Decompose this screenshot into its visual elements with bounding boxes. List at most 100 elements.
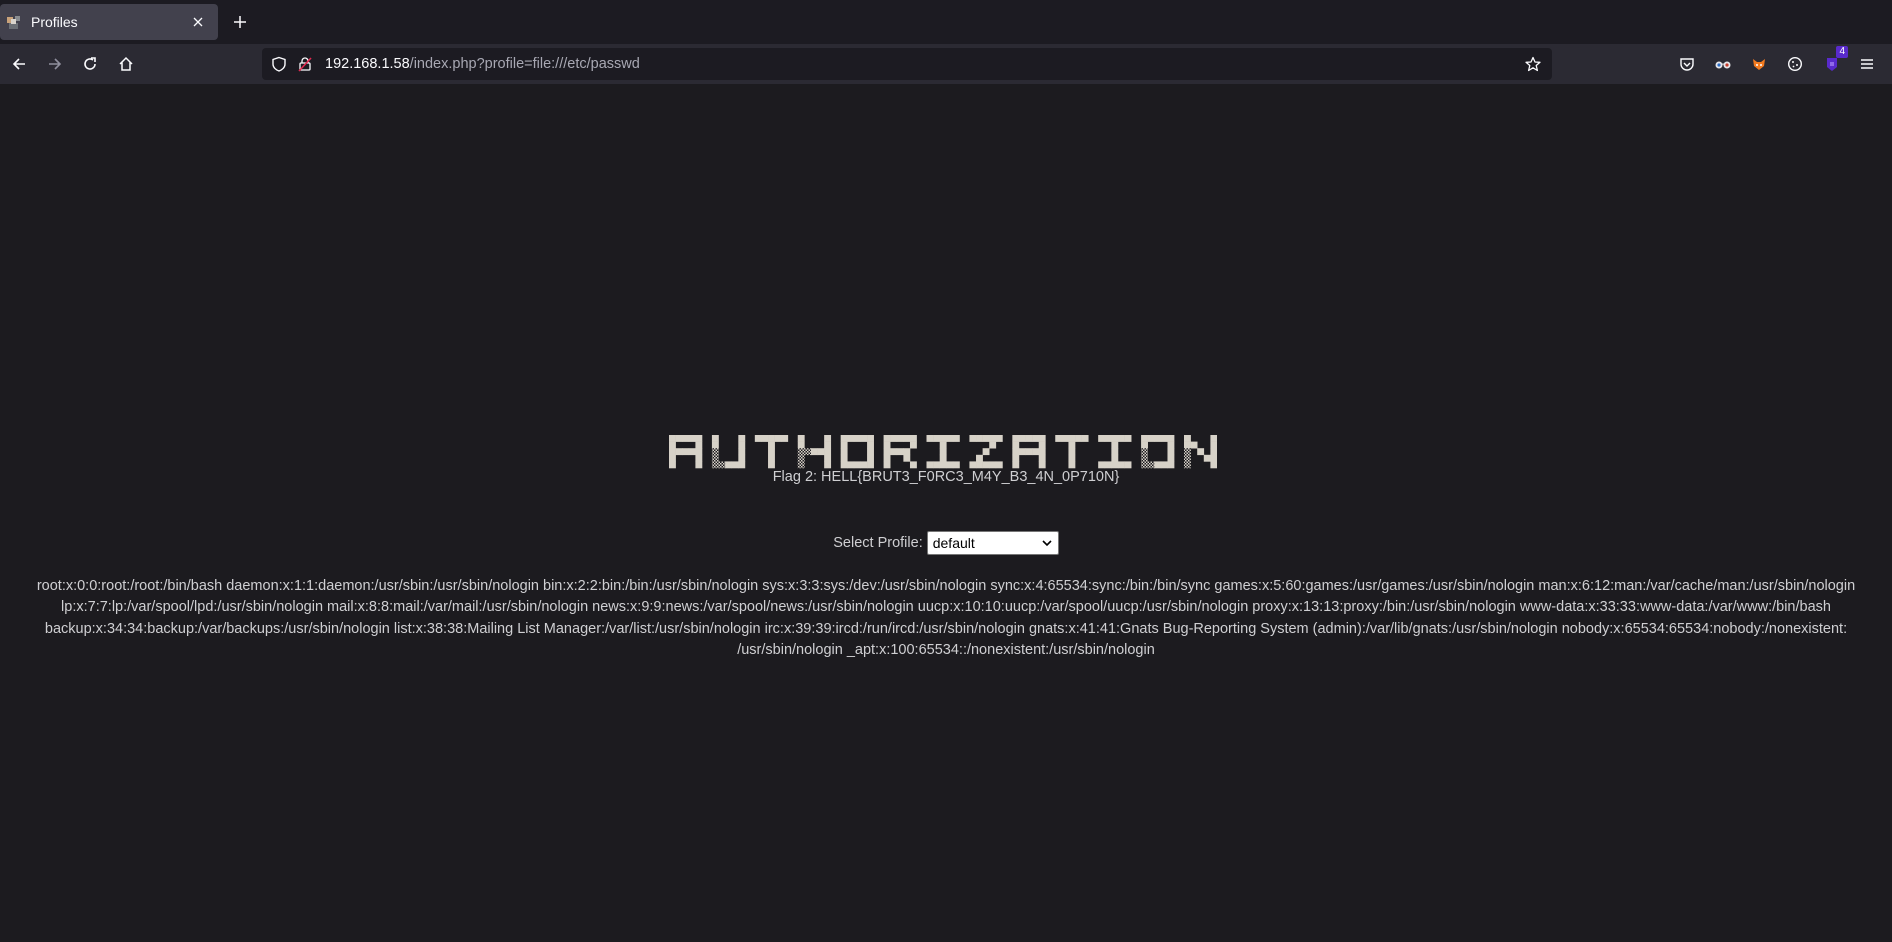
logo-pixel <box>774 435 782 442</box>
logo-pixel <box>797 441 805 449</box>
extension-purple-button[interactable]: 4 <box>1820 46 1848 76</box>
logo-pixel <box>1068 435 1076 442</box>
pocket-icon <box>1680 58 1694 71</box>
url-text[interactable]: 192.168.1.58/index.php?profile=file:///e… <box>325 56 1521 72</box>
logo-pixel <box>1068 441 1076 449</box>
logo-pixel <box>1098 461 1106 469</box>
arrow-right-icon <box>49 58 62 70</box>
logo-pixel <box>695 435 703 442</box>
logo-pixel <box>1210 448 1217 456</box>
logo-pixel <box>946 435 954 442</box>
logo-pixel <box>946 461 954 469</box>
logo-pixel <box>982 461 990 469</box>
logo-pixel <box>939 448 947 456</box>
page-content: Flag 2: HELL{BRUT3_F0RC3_M4Y_B3_4N_0P710… <box>0 84 1892 942</box>
logo-pixel <box>1068 454 1076 462</box>
logo-pixel <box>711 441 719 449</box>
logo-pixel <box>1117 461 1125 469</box>
logo-pixel <box>883 461 891 469</box>
reload-button[interactable] <box>78 52 102 76</box>
fox-icon <box>1753 59 1765 70</box>
profile-select-value: default <box>932 535 975 551</box>
home-icon <box>119 56 133 71</box>
logo-pixel <box>939 435 947 442</box>
logo-pixel <box>824 461 832 469</box>
logo-pixel <box>695 448 703 456</box>
logo-pixel <box>969 435 977 442</box>
logo-pixel <box>939 461 947 469</box>
logo-pixel <box>1210 454 1217 462</box>
logo-pixel <box>804 448 812 456</box>
logo-pixel <box>1184 435 1191 442</box>
back-button[interactable] <box>7 52 31 76</box>
logo-pixel <box>883 448 891 456</box>
logo-pixel <box>909 461 917 469</box>
logo-pixel <box>1111 461 1119 469</box>
url-host: 192.168.1.58 <box>325 56 410 72</box>
logo-pixel <box>1167 441 1175 449</box>
new-tab-button[interactable] <box>228 10 252 34</box>
logo-pixel <box>867 448 874 456</box>
logo-pixel <box>1124 435 1132 442</box>
extension-glasses-button[interactable] <box>1711 52 1735 76</box>
logo-pixel <box>926 435 934 442</box>
profile-select[interactable]: default <box>926 531 1059 555</box>
logo-pixel <box>1154 461 1162 469</box>
extension-cookie-button[interactable] <box>1783 52 1807 76</box>
menu-button[interactable] <box>1855 52 1879 76</box>
url-bar[interactable]: 192.168.1.58/index.php?profile=file:///e… <box>262 48 1552 80</box>
logo-pixel <box>1111 435 1119 442</box>
logo-pixel <box>903 454 911 462</box>
logo-pixel <box>1141 454 1148 462</box>
bookmark-star-icon[interactable] <box>1521 52 1545 76</box>
logo-pixel <box>976 454 983 462</box>
logo-pixel <box>711 454 719 462</box>
home-button[interactable] <box>114 52 138 76</box>
logo-pixel <box>1061 435 1069 442</box>
logo-pixel <box>883 441 891 449</box>
logo-pixel <box>695 454 703 462</box>
logo-pixel <box>896 448 904 456</box>
logo-pixel <box>1210 441 1217 449</box>
logo-pixel <box>695 441 703 449</box>
logo-pixel <box>1147 435 1155 442</box>
tab-profiles[interactable]: Profiles <box>0 4 218 40</box>
logo-pixel <box>725 461 733 469</box>
logo-pixel <box>1111 448 1119 456</box>
logo-letter <box>797 435 832 469</box>
logo-letter <box>1141 435 1175 469</box>
logo-pixel <box>982 448 990 456</box>
logo-pixel <box>995 461 1003 469</box>
logo-pixel <box>1160 461 1168 469</box>
url-path: /index.php?profile=file:///etc/passwd <box>409 56 640 72</box>
logo-pixel <box>824 454 832 462</box>
passwd-line: root:x:0:0:root:/root:/bin/bash daemon:x… <box>36 578 1856 594</box>
logo-pixel <box>711 435 719 442</box>
logo-pixel <box>797 448 805 456</box>
close-icon[interactable] <box>186 10 210 34</box>
flag-text: Flag 2: HELL{BRUT3_F0RC3_M4Y_B3_4N_0P710… <box>772 469 1120 485</box>
logo-pixel <box>840 461 848 469</box>
logo-pixel <box>1012 448 1020 456</box>
logo-pixel <box>711 461 719 469</box>
logo-pixel <box>909 441 917 449</box>
logo-pixel <box>669 461 676 469</box>
logo-pixel <box>860 435 868 442</box>
logo-pixel <box>969 461 977 469</box>
logo-pixel <box>669 435 676 442</box>
logo-pixel <box>1167 454 1175 462</box>
logo-pixel <box>688 448 696 456</box>
insecure-lock-icon[interactable] <box>295 54 315 74</box>
shield-icon[interactable] <box>269 54 289 74</box>
pocket-button[interactable] <box>1675 52 1699 76</box>
forward-button[interactable] <box>43 52 67 76</box>
logo-pixel <box>1018 435 1026 442</box>
extension-fox-button[interactable] <box>1747 52 1771 76</box>
logo-pixel <box>982 435 990 442</box>
logo-pixel <box>1025 448 1033 456</box>
logo-pixel <box>840 448 848 456</box>
logo-pixel <box>695 461 703 469</box>
logo-letter <box>1055 435 1089 469</box>
logo-pixel <box>824 448 832 456</box>
logo-pixel <box>1184 448 1191 456</box>
